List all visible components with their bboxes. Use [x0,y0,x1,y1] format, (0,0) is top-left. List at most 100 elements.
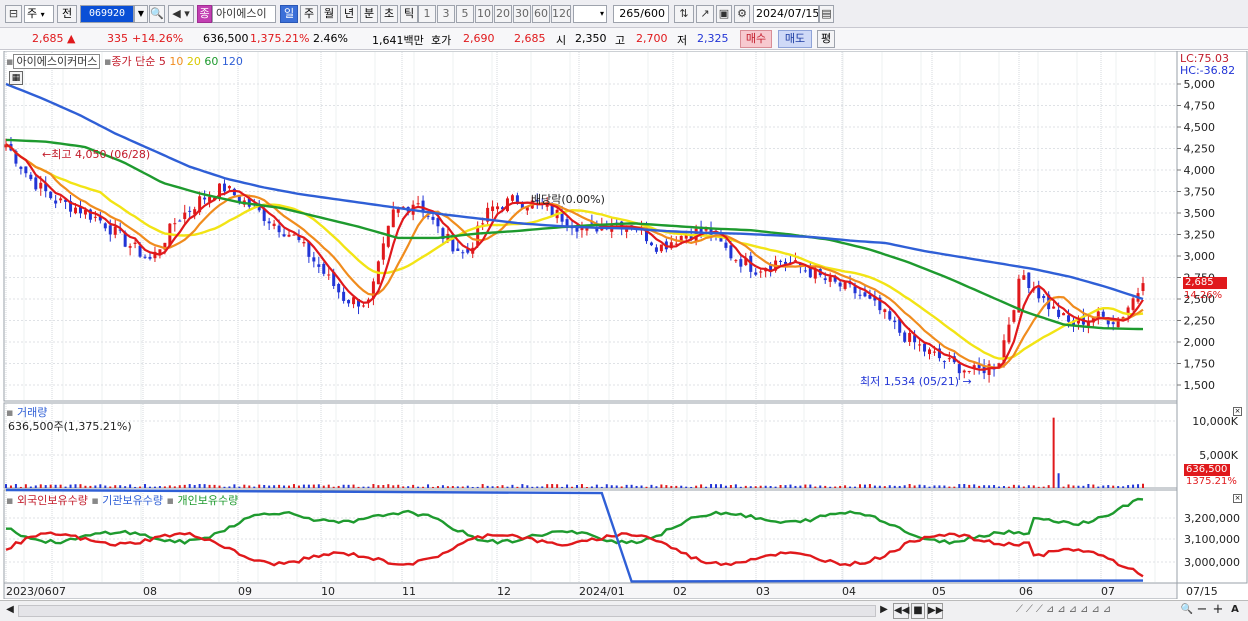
data-count-field[interactable]: 265/600 [613,5,669,23]
chart-canvas[interactable]: 5,000 4,750 4,500 4,250 4,000 3,750 3,500 3,250… [0,51,1248,599]
period-select[interactable]: 주 ▾ [24,5,54,23]
volume-bar [580,484,583,488]
candle-body [838,282,842,287]
candle-body [923,343,927,352]
interval-5[interactable]: 5 [456,5,474,23]
volume-bar [531,486,534,488]
x-axis-label: 08 [143,585,157,598]
interval-10[interactable]: 10 [475,5,493,23]
tab-day[interactable]: 일 [280,5,298,23]
tab-minute[interactable]: 분 [360,5,378,23]
tab-year[interactable]: 년 [340,5,358,23]
prev-button[interactable]: 전 [57,5,77,23]
zoom-out-button[interactable]: − [1196,603,1208,619]
volume-bar [724,485,727,488]
drawing-tools-strip[interactable]: ⟋⟋⟋⊿⊿⊿⊿⊿⊿ [950,603,1180,619]
scroll-track[interactable] [18,605,876,617]
candle-body [1022,275,1026,280]
fast-forward-button[interactable]: ▶▶ [927,603,943,619]
volume-bar [655,486,658,488]
legend-ma5: 5 [158,55,166,68]
interval-dropdown[interactable]: ▾ [573,5,607,23]
sound-icon[interactable]: ◀ ▾ [168,5,194,23]
volume-bar [829,486,832,488]
interval-120[interactable]: 120 [551,5,571,23]
close-icon[interactable]: × [1233,494,1242,503]
tab-week[interactable]: 주 [300,5,318,23]
stop-button[interactable]: ■ [911,603,925,619]
buy-button[interactable]: 매수 [740,30,772,48]
volume-bar [1002,486,1005,488]
volume-bar [883,486,886,488]
candle-body [1131,298,1135,310]
gear-icon[interactable]: ⚙ [734,5,750,23]
volume-bar [1117,486,1120,488]
rewind-button[interactable]: ◀◀ [893,603,909,619]
candle-body [267,221,271,224]
volume-bar [650,484,653,488]
close-icon[interactable]: × [1233,407,1242,416]
interval-30[interactable]: 30 [513,5,531,23]
price-axis-label: 3,500 [1184,207,1216,220]
volume-bar [1027,485,1030,488]
code-dropdown-icon[interactable]: ▼ [134,5,148,23]
tab-tick[interactable]: 틱 [400,5,418,23]
avg-button[interactable]: 평 [817,30,835,48]
volume-bar [744,485,747,488]
volume-bar [39,484,42,488]
sell-button[interactable]: 매도 [778,30,812,48]
volume-bar [29,486,32,488]
tab-month[interactable]: 월 [320,5,338,23]
volume-bar [978,485,981,488]
high-label: 고 [615,34,626,47]
last-price-tag: 2,685 [1183,277,1227,289]
date-field[interactable]: 2024/07/15 [753,5,819,23]
candle-body [342,291,346,301]
interval-1[interactable]: 1 [418,5,436,23]
volume-bar [372,484,375,488]
legend-dot-icon: ▪ [91,494,99,507]
volume-bar [824,485,827,488]
volume-bar [1032,485,1035,488]
candle-body [1141,283,1145,291]
zoom-in-button[interactable]: + [1212,603,1224,619]
volume-axis-label: 5,000K [1199,449,1238,462]
search-icon[interactable]: 🔍 [149,5,165,23]
scroll-right-button[interactable]: ▶ [878,603,890,619]
calendar-icon[interactable]: ▤ [819,5,834,23]
up-arrow-icon: ▲ [67,32,76,45]
grid-toggle-icon[interactable]: ▦ [9,71,23,85]
tab-second[interactable]: 초 [380,5,398,23]
zoom-button[interactable]: 🔍 [1180,603,1194,619]
candle-body [1042,295,1046,298]
candle-body [1101,311,1105,317]
save-icon[interactable]: ▣ [716,5,732,23]
low-price: 2,325 [697,32,729,45]
left-arrow-icon: ← [42,148,52,161]
volume-bar [362,486,365,488]
volume-bar [715,484,718,488]
chart-tool-icon[interactable]: ⇅ [674,5,694,23]
interval-20[interactable]: 20 [494,5,512,23]
interval-3[interactable]: 3 [437,5,455,23]
volume-bar [1142,483,1144,488]
volume-bar [660,484,663,488]
volume-bar [888,485,891,488]
data-count-value: 265 [619,7,641,20]
chart-menu-icon[interactable]: ⊟ [5,5,22,23]
volume-bar [233,484,236,488]
price-axis-label: 3,250 [1184,229,1216,242]
volume-bar [258,484,261,488]
candle-body [1116,320,1120,328]
volume-bar [858,484,861,488]
candle-body [947,358,951,360]
volume-bar [412,484,415,488]
stock-code-input[interactable]: 069920 [80,5,134,23]
interval-60[interactable]: 60 [532,5,550,23]
volume-bar [973,484,976,488]
x-axis-label: 03 [756,585,770,598]
volume-bar [441,485,444,488]
draw-tool-icon[interactable]: ↗ [696,5,714,23]
scroll-left-icon[interactable]: ◀ [4,603,16,619]
auto-scale-button[interactable]: A [1228,603,1242,619]
